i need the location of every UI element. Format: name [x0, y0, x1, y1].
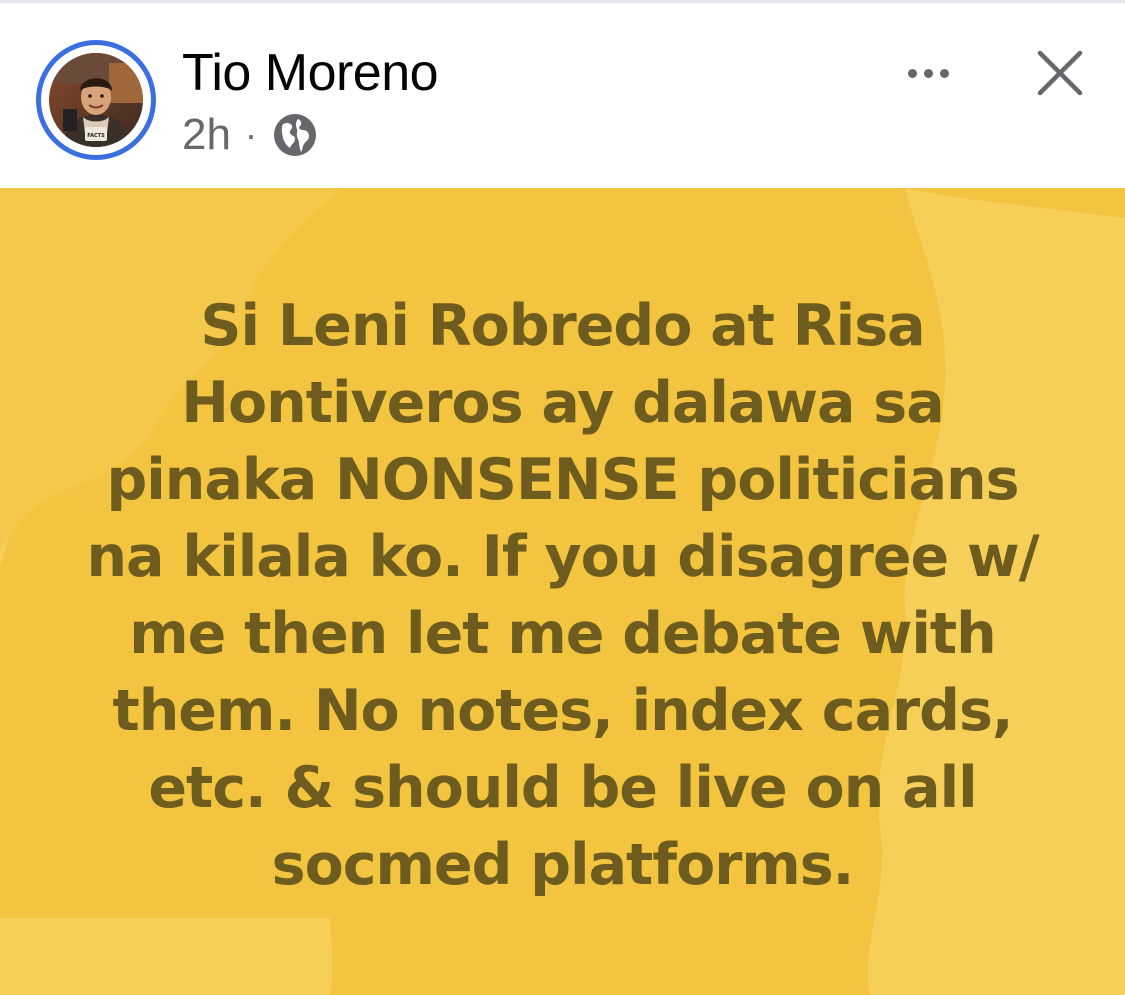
post-text: Si Leni Robredo at Risa Hontiveros ay da… — [40, 288, 1085, 904]
avatar-image: FACTS — [49, 53, 143, 147]
close-icon — [1037, 50, 1083, 96]
post-text-line: socmed platforms. — [271, 832, 855, 898]
more-options-button[interactable] — [893, 45, 963, 101]
more-dots-icon — [907, 68, 917, 78]
post-text-line: pinaka NONSENSE politicians — [106, 447, 1019, 513]
meta-separator: · — [244, 114, 257, 155]
post-text-line: etc. & should be live on all — [148, 755, 977, 821]
author-name[interactable]: Tio Moreno — [182, 43, 439, 103]
more-dots-icon — [923, 68, 933, 78]
post-header: FACTS Tio Moreno 2h · — [0, 3, 1125, 188]
author-avatar-ring[interactable]: FACTS — [36, 40, 156, 160]
post-meta: 2h · — [182, 107, 319, 163]
more-dots-icon — [939, 68, 949, 78]
post-background: Si Leni Robredo at Risa Hontiveros ay da… — [0, 188, 1125, 995]
globe-icon — [271, 111, 319, 159]
post-text-line: na kilala ko. If you disagree w/ — [86, 524, 1039, 590]
svg-text:FACTS: FACTS — [87, 133, 105, 139]
post-text-line: me then let me debate with — [129, 601, 997, 667]
avatar[interactable]: FACTS — [49, 53, 143, 147]
post-text-line: Hontiveros ay dalawa sa — [181, 370, 944, 436]
post-timestamp[interactable]: 2h — [182, 107, 231, 163]
close-button[interactable] — [1030, 43, 1090, 103]
post-text-line: Si Leni Robredo at Risa — [200, 293, 925, 359]
facebook-post-screen: FACTS Tio Moreno 2h · Si Leni Robredo at… — [0, 0, 1125, 995]
post-text-line: them. No notes, index cards, — [112, 678, 1013, 744]
